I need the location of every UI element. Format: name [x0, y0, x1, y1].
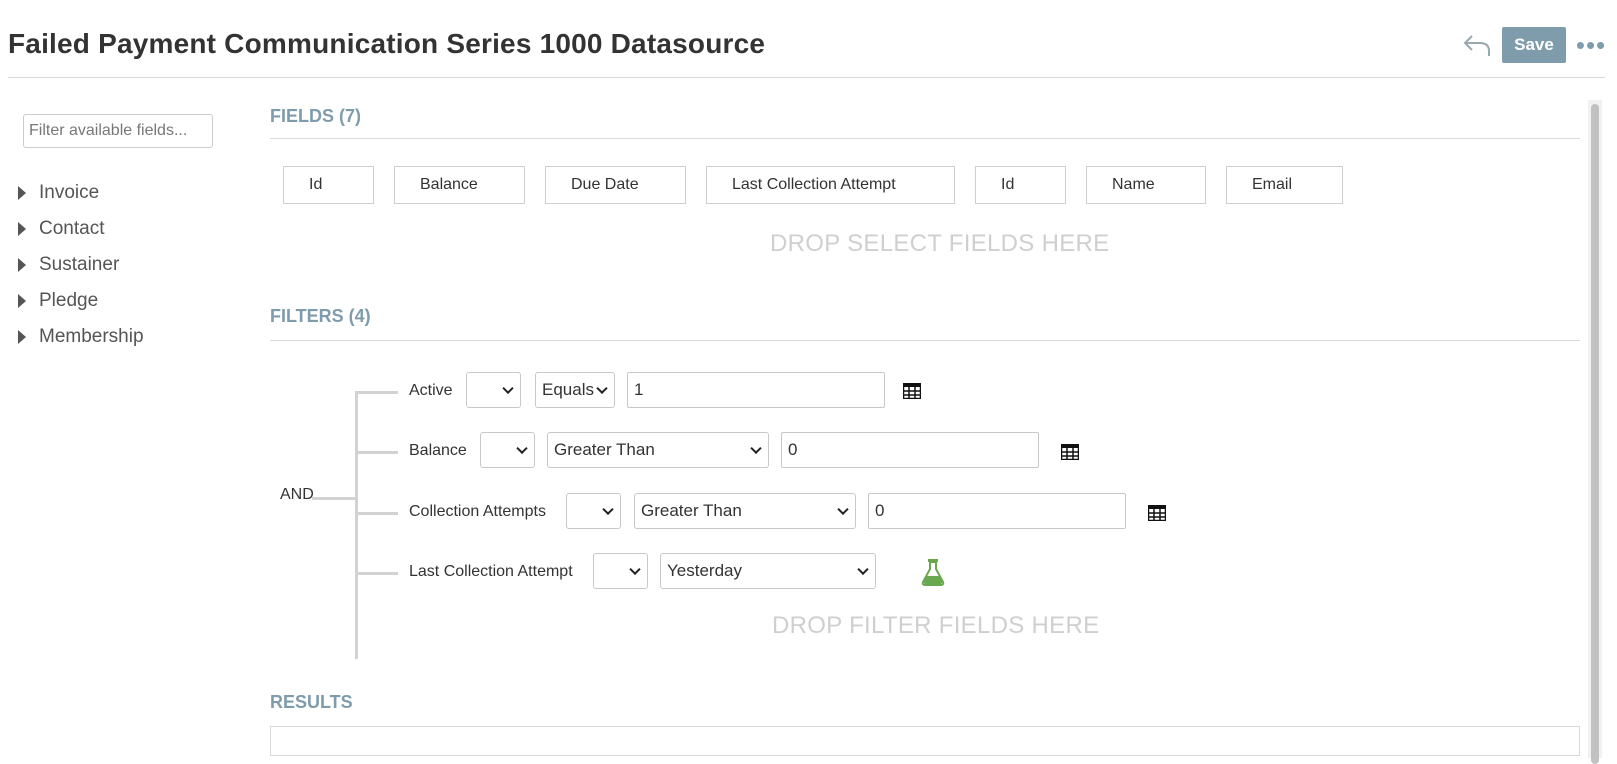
field-chip-label: Email [1252, 176, 1293, 193]
field-tree: Invoice Contact Sustainer Pledge Members… [15, 175, 144, 355]
filter-tree-branch-line [355, 572, 398, 575]
section-divider [270, 340, 1580, 341]
field-chip-label: Name [1112, 176, 1155, 193]
filter-field-label: Active [409, 382, 453, 399]
filter-value-input[interactable] [627, 372, 885, 408]
sidebar: Invoice Contact Sustainer Pledge Members… [0, 80, 245, 758]
tree-item-contact[interactable]: Contact [15, 211, 144, 247]
caret-right-icon [18, 258, 26, 272]
filter-field-label: Collection Attempts [409, 503, 546, 520]
tree-item-label: Membership [39, 326, 144, 347]
field-chip-id[interactable]: Id [283, 166, 374, 204]
main-scrollbar[interactable] [1588, 100, 1602, 764]
filter-field-label: Balance [409, 442, 467, 459]
main-panel: FIELDS (7) Id Balance Due Date Last Coll… [270, 80, 1580, 758]
chevron-down-icon [857, 563, 869, 576]
tree-item-sustainer[interactable]: Sustainer [15, 247, 144, 283]
chevron-down-icon [516, 442, 528, 455]
page-title: Failed Payment Communication Series 1000… [8, 28, 766, 59]
results-section-title: RESULTS [270, 692, 353, 712]
tree-item-label: Pledge [39, 290, 99, 311]
filter-fields-drop-zone[interactable]: DROP FILTER FIELDS HERE [772, 612, 1099, 640]
filter-modifier-select[interactable] [480, 432, 535, 468]
filter-operator-select[interactable]: Greater Than [547, 432, 769, 468]
save-button[interactable]: Save [1502, 27, 1566, 63]
filter-field-label: Last Collection Attempt [409, 563, 573, 580]
filter-tree-branch-line [355, 391, 398, 394]
caret-right-icon [18, 186, 26, 200]
filters-section-title: FILTERS (4) [270, 306, 371, 326]
tree-item-label: Sustainer [39, 254, 120, 275]
caret-right-icon [18, 294, 26, 308]
section-divider [270, 138, 1580, 139]
chevron-down-icon [602, 503, 614, 516]
field-chip-due-date[interactable]: Due Date [545, 166, 686, 204]
filter-operator-select[interactable]: Yesterday [660, 553, 876, 589]
flask-icon[interactable] [921, 558, 945, 586]
field-chip-label: Due Date [571, 176, 639, 193]
field-chip-contact-id[interactable]: Id [975, 166, 1066, 204]
page-header: Failed Payment Communication Series 1000… [8, 0, 1605, 78]
more-options-button[interactable]: ••• [1574, 30, 1608, 60]
filter-modifier-select[interactable] [593, 553, 648, 589]
filter-modifier-select[interactable] [466, 372, 521, 408]
filter-value-input[interactable] [868, 493, 1126, 529]
filter-conjunction-label: AND [280, 486, 314, 503]
field-chip-name[interactable]: Name [1086, 166, 1206, 204]
field-chip-label: Id [1001, 176, 1015, 193]
filter-modifier-select[interactable] [566, 493, 621, 529]
tree-item-label: Invoice [39, 182, 100, 203]
chevron-down-icon [596, 382, 608, 395]
caret-right-icon [18, 222, 26, 236]
field-chip-balance[interactable]: Balance [394, 166, 525, 204]
field-chip-label: Last Collection Attempt [732, 176, 896, 193]
tree-item-label: Contact [39, 218, 105, 239]
field-chip-email[interactable]: Email [1226, 166, 1343, 204]
filter-tree-root-line [312, 497, 356, 500]
chevron-down-icon [502, 382, 514, 395]
filter-fields-input[interactable] [23, 114, 213, 148]
ellipsis-icon: ••• [1575, 30, 1607, 60]
table-grid-icon[interactable] [1148, 505, 1166, 521]
tree-item-pledge[interactable]: Pledge [15, 283, 144, 319]
filter-operator-select[interactable]: Greater Than [634, 493, 856, 529]
field-chip-label: Id [309, 176, 323, 193]
filter-value-input[interactable] [781, 432, 1039, 468]
undo-button[interactable] [1460, 30, 1494, 60]
results-panel [270, 726, 1580, 756]
select-fields-drop-zone[interactable]: DROP SELECT FIELDS HERE [770, 230, 1109, 258]
scrollbar-thumb[interactable] [1591, 104, 1599, 764]
filter-tree-branch-line [355, 512, 398, 515]
chevron-down-icon [837, 503, 849, 516]
table-grid-icon[interactable] [1061, 444, 1079, 460]
filter-operator-select[interactable]: Equals [535, 372, 615, 408]
chevron-down-icon [629, 563, 641, 576]
chevron-down-icon [750, 442, 762, 455]
field-chip-last-collection-attempt[interactable]: Last Collection Attempt [706, 166, 955, 204]
fields-section-title: FIELDS (7) [270, 106, 362, 126]
tree-item-invoice[interactable]: Invoice [15, 175, 144, 211]
table-grid-icon[interactable] [903, 383, 921, 399]
field-chip-label: Balance [420, 176, 478, 193]
tree-item-membership[interactable]: Membership [15, 319, 144, 355]
filter-tree-vertical-line [355, 391, 358, 659]
filter-tree-branch-line [355, 451, 398, 454]
caret-right-icon [18, 330, 26, 344]
undo-arrow-icon [1463, 35, 1490, 56]
